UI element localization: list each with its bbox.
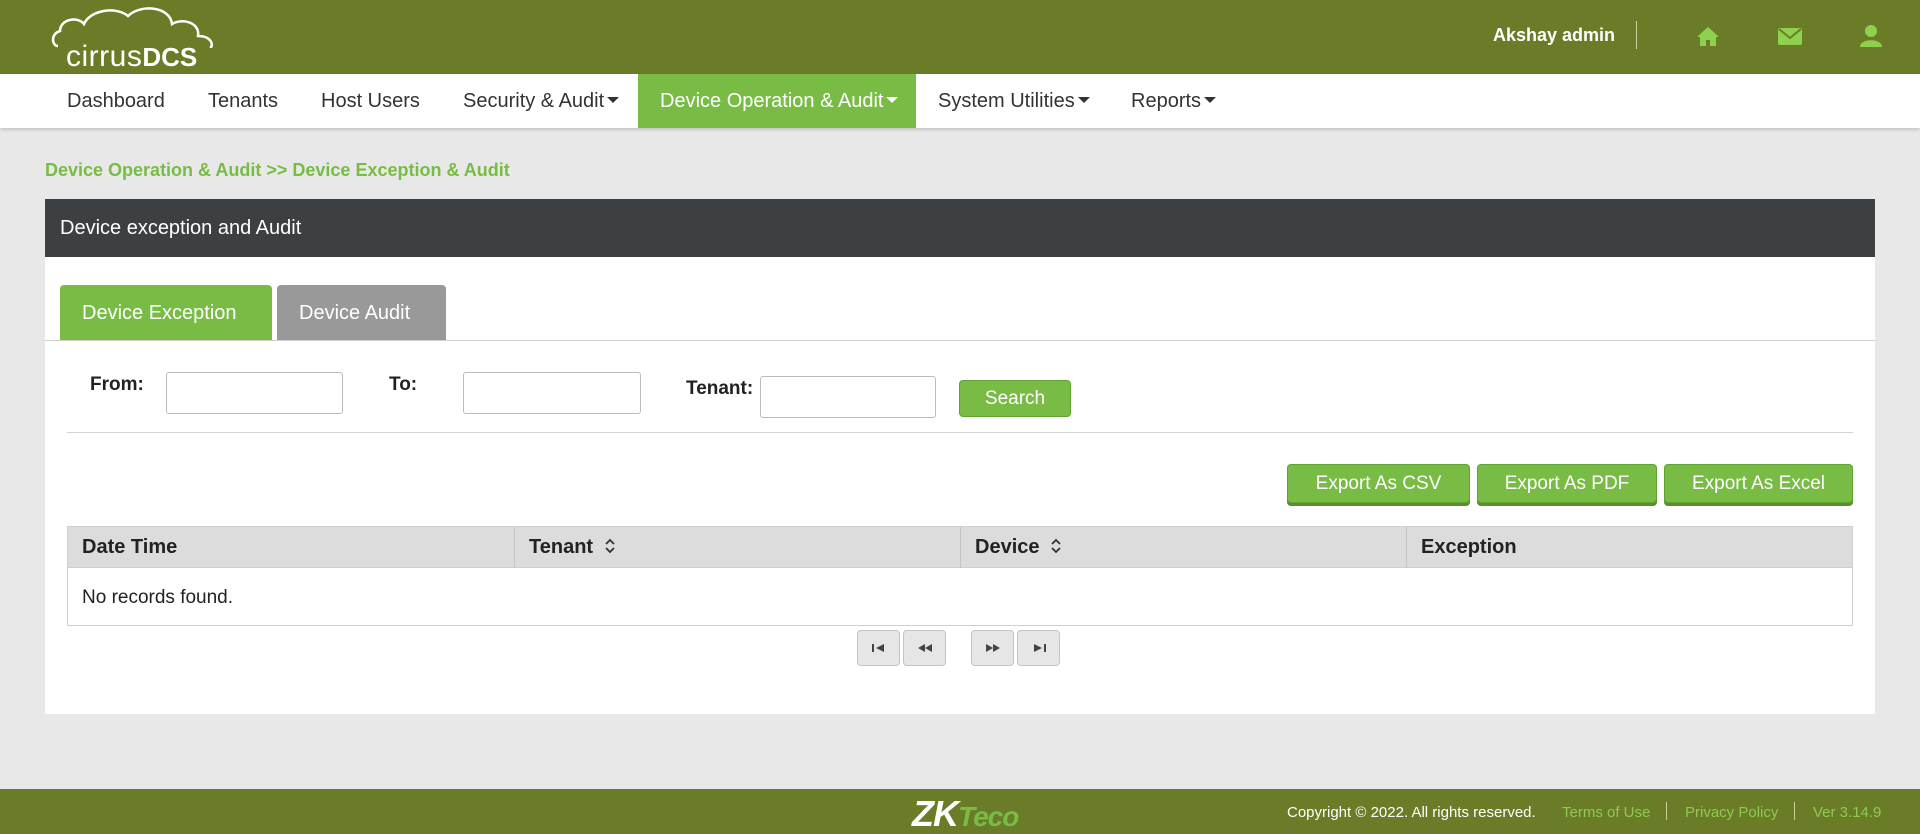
tab-device-audit[interactable]: Device Audit	[277, 285, 446, 341]
next-page-button[interactable]	[971, 630, 1014, 666]
logo-text: cirrusDCS	[66, 40, 198, 73]
footer-separator	[1666, 802, 1667, 820]
search-button[interactable]: Search	[959, 380, 1071, 417]
user-icon[interactable]	[1858, 24, 1884, 48]
column-tenant[interactable]: Tenant	[515, 527, 961, 568]
main-nav: Dashboard Tenants Host Users Security & …	[0, 74, 1920, 128]
caret-down-icon	[1077, 96, 1090, 103]
to-label: To:	[389, 374, 418, 395]
top-header: cirrusDCS Akshay admin	[0, 0, 1920, 74]
last-page-button[interactable]	[1017, 630, 1060, 666]
tenant-label: Tenant:	[686, 378, 754, 399]
to-date-input[interactable]	[463, 372, 641, 414]
breadcrumb[interactable]: Device Operation & Audit >> Device Excep…	[45, 160, 510, 181]
export-excel-button[interactable]: Export As Excel	[1664, 464, 1853, 503]
from-label: From:	[90, 374, 144, 395]
panel-title: Device exception and Audit	[45, 199, 1875, 257]
last-page-icon	[1034, 644, 1046, 652]
exception-table: Date Time Tenant Device Exception No rec…	[67, 526, 1853, 626]
export-csv-button[interactable]: Export As CSV	[1287, 464, 1470, 503]
sort-icon	[605, 538, 615, 553]
column-exception[interactable]: Exception	[1407, 527, 1852, 568]
first-page-button[interactable]	[857, 630, 900, 666]
caret-down-icon	[1204, 96, 1217, 103]
user-name[interactable]: Akshay admin	[1493, 25, 1615, 46]
from-date-input[interactable]	[166, 372, 343, 414]
header-divider	[1636, 21, 1637, 49]
version-text: Ver 3.14.9	[1813, 804, 1882, 821]
nav-item-security-audit[interactable]: Security & Audit	[441, 74, 641, 128]
empty-table-message: No records found.	[82, 587, 234, 608]
tab-divider	[45, 340, 1875, 341]
previous-page-icon	[918, 644, 932, 652]
column-device[interactable]: Device	[961, 527, 1407, 568]
nav-item-device-operation-audit[interactable]: Device Operation & Audit	[638, 74, 916, 128]
mail-icon[interactable]	[1777, 24, 1803, 48]
tenant-input[interactable]	[760, 376, 936, 418]
footer-separator	[1794, 802, 1795, 820]
caret-down-icon	[607, 96, 620, 103]
privacy-policy-link[interactable]: Privacy Policy	[1685, 804, 1778, 821]
nav-item-system-utilities[interactable]: System Utilities	[916, 74, 1112, 128]
nav-item-tenants[interactable]: Tenants	[186, 74, 300, 128]
terms-of-use-link[interactable]: Terms of Use	[1562, 804, 1650, 821]
next-page-icon	[986, 644, 1000, 652]
previous-page-button[interactable]	[903, 630, 946, 666]
device-exception-panel: Device exception and Audit Device Except…	[45, 199, 1875, 714]
sort-icon	[1051, 538, 1061, 553]
caret-down-icon	[886, 96, 899, 103]
tab-device-exception[interactable]: Device Exception	[60, 285, 272, 341]
cirrus-dcs-logo[interactable]: cirrusDCS	[50, 4, 220, 73]
footer: ZKTeco Copyright © 2022. All rights rese…	[0, 789, 1920, 834]
nav-item-host-users[interactable]: Host Users	[299, 74, 442, 128]
home-icon[interactable]	[1695, 24, 1721, 48]
nav-item-reports[interactable]: Reports	[1109, 74, 1238, 128]
filter-divider	[67, 432, 1853, 433]
nav-item-dashboard[interactable]: Dashboard	[45, 74, 187, 128]
table-header-row: Date Time Tenant Device Exception	[68, 527, 1852, 568]
first-page-icon	[872, 644, 884, 652]
copyright-text: Copyright © 2022. All rights reserved.	[1287, 804, 1536, 821]
column-date-time[interactable]: Date Time	[68, 527, 515, 568]
zkteco-logo: ZKTeco	[912, 793, 1019, 834]
export-pdf-button[interactable]: Export As PDF	[1477, 464, 1657, 503]
